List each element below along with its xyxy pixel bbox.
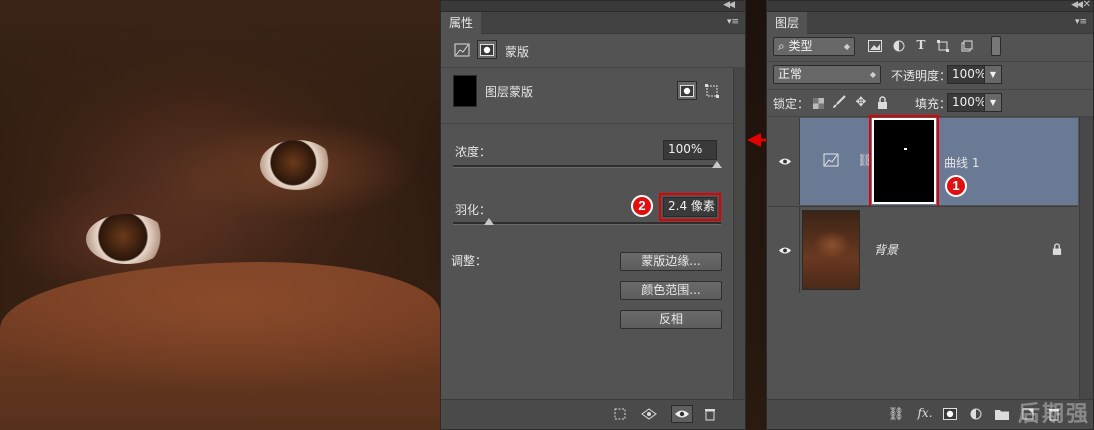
- lock-position-icon[interactable]: ✥: [853, 94, 869, 110]
- link-layers-icon[interactable]: ⛓: [887, 406, 905, 422]
- lock-all-icon[interactable]: [875, 94, 889, 110]
- panel-top-bar: ◀◀: [441, 0, 745, 12]
- pixel-mask-icon[interactable]: [677, 81, 697, 100]
- filter-kind-value: 类型: [788, 39, 813, 53]
- feather-label: 羽化：: [455, 203, 492, 217]
- dropdown-arrow-icon: ◆: [869, 70, 876, 79]
- close-icon[interactable]: ✕: [1083, 0, 1091, 10]
- watermark: 后期强: [1017, 402, 1090, 427]
- tab-layers[interactable]: 图层: [767, 12, 808, 34]
- density-input[interactable]: 100%: [663, 140, 717, 160]
- smart-object-filter-icon[interactable]: [959, 37, 975, 55]
- divider: [441, 123, 733, 124]
- mask-thumbnail: [453, 75, 477, 107]
- type-filter-icon[interactable]: T: [913, 36, 929, 54]
- density-slider[interactable]: [453, 165, 721, 168]
- delete-mask-icon[interactable]: [701, 406, 719, 422]
- divider: [767, 61, 1093, 62]
- pixel-filter-icon[interactable]: [867, 37, 883, 55]
- curves-adjustment-icon: [822, 152, 840, 168]
- mask-label: 图层蒙版: [485, 85, 534, 99]
- layer-thumbnail[interactable]: [802, 210, 860, 290]
- tab-properties[interactable]: 属性: [441, 12, 482, 34]
- canvas-gap: [745, 0, 767, 430]
- layer-name[interactable]: 背景: [874, 241, 898, 258]
- layers-panel: ◀◀ ✕ 图层 ▾≡ ⌕ 类型 ◆ T 正常 ◆ 不透明度： 100% ▼ 锁定…: [766, 0, 1094, 430]
- new-group-icon[interactable]: [993, 406, 1011, 422]
- eye-icon[interactable]: [776, 154, 794, 168]
- invert-button[interactable]: 反相: [620, 310, 722, 329]
- fill-label: 填充：: [915, 97, 952, 111]
- panel-top-bar: ◀◀ ✕: [767, 0, 1093, 12]
- panel-type-label: 蒙版: [505, 45, 530, 59]
- lock-icon: [1050, 241, 1064, 257]
- lock-transparency-icon[interactable]: [811, 95, 825, 111]
- properties-tab-bar: 属性 ▾≡: [441, 12, 745, 34]
- new-adjustment-icon[interactable]: [967, 406, 985, 422]
- opacity-input[interactable]: 100%: [947, 65, 986, 84]
- divider: [767, 89, 1093, 90]
- lock-label: 锁定：: [773, 97, 810, 111]
- photo-eye-right: [260, 140, 334, 190]
- layer-row-background[interactable]: 背景: [768, 206, 1078, 293]
- layer-name[interactable]: 曲线 1: [944, 154, 979, 171]
- opacity-label: 不透明度：: [891, 69, 952, 83]
- filter-kind-dropdown[interactable]: ⌕ 类型 ◆: [773, 37, 855, 56]
- apply-mask-icon[interactable]: [639, 406, 659, 422]
- feather-highlight: [659, 193, 721, 221]
- density-label: 浓度：: [455, 145, 492, 159]
- panel-menu-icon[interactable]: ▾≡: [1075, 17, 1087, 27]
- opacity-dropdown[interactable]: ▼: [984, 65, 1002, 84]
- vector-mask-icon[interactable]: [703, 81, 721, 100]
- annotation-badge-2: 2: [631, 195, 653, 217]
- mask-icon[interactable]: [477, 40, 497, 59]
- load-selection-icon[interactable]: [611, 406, 629, 422]
- collapse-icon[interactable]: ◀◀: [723, 0, 735, 10]
- fx-icon[interactable]: fx.: [915, 405, 935, 421]
- color-range-button[interactable]: 颜色范围...: [620, 281, 722, 300]
- layers-scrollbar[interactable]: [1079, 117, 1093, 399]
- visibility-icon[interactable]: [671, 405, 693, 423]
- density-slider-thumb[interactable]: [712, 161, 722, 168]
- adjustment-filter-icon[interactable]: [891, 37, 907, 55]
- properties-panel: ◀◀ 属性 ▾≡ 蒙版 图层蒙版 浓度： 100% 羽化： 2.4 像素 2 调…: [440, 0, 746, 430]
- add-mask-icon[interactable]: [941, 406, 959, 422]
- annotation-badge-1: 1: [945, 175, 967, 197]
- lock-brush-icon[interactable]: [831, 94, 847, 110]
- eye-icon[interactable]: [776, 243, 794, 257]
- layers-tab-bar: 图层 ▾≡: [767, 12, 1093, 34]
- mask-edge-button[interactable]: 蒙版边缘...: [620, 252, 722, 271]
- feather-slider-thumb[interactable]: [484, 218, 494, 225]
- dropdown-arrow-icon: ◆: [843, 42, 850, 51]
- refine-label: 调整：: [451, 254, 488, 268]
- fill-input[interactable]: 100%: [947, 93, 986, 112]
- panel-menu-icon[interactable]: ▾≡: [727, 17, 739, 27]
- filter-toggle-icon[interactable]: [991, 36, 1001, 56]
- photo-cloth: [0, 262, 440, 430]
- search-icon: ⌕: [778, 39, 789, 53]
- collapse-icon[interactable]: ◀◀: [1071, 0, 1083, 10]
- photo-eye-left: [86, 214, 168, 264]
- properties-scrollbar[interactable]: [733, 67, 745, 399]
- blend-mode-value: 正常: [778, 67, 803, 81]
- divider: [441, 67, 733, 68]
- properties-bottom-bar: [441, 399, 745, 429]
- shape-filter-icon[interactable]: [935, 37, 951, 55]
- blend-mode-dropdown[interactable]: 正常 ◆: [773, 65, 881, 84]
- mask-thumbnail-highlight: [869, 115, 939, 209]
- adjustment-icon[interactable]: [453, 41, 471, 59]
- fill-dropdown[interactable]: ▼: [984, 93, 1002, 112]
